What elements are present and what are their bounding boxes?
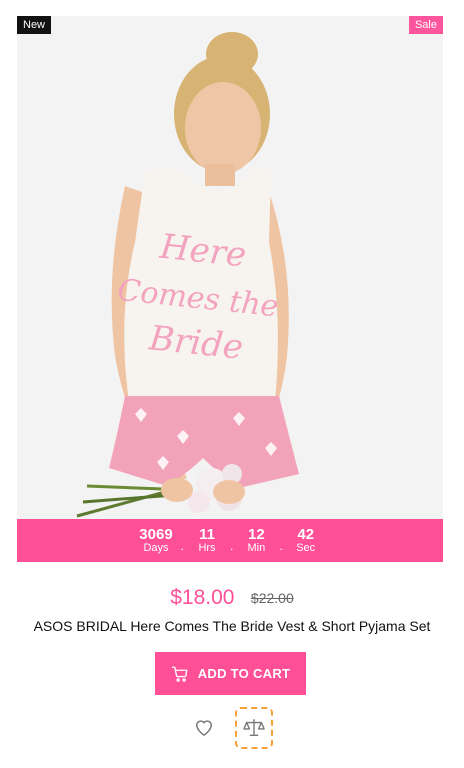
countdown-minutes: 12 Min	[241, 527, 271, 554]
shopping-cart-icon	[171, 666, 188, 682]
heart-icon	[195, 720, 213, 737]
countdown-minutes-label: Min	[247, 542, 266, 554]
original-price: $22.00	[250, 590, 294, 606]
countdown-minutes-value: 12	[248, 526, 265, 543]
countdown-days: 3069 Days	[139, 527, 172, 554]
sale-badge: Sale	[408, 16, 443, 34]
product-actions	[0, 707, 464, 751]
countdown-hours-value: 11	[199, 526, 215, 543]
countdown-separator: .	[279, 538, 283, 553]
countdown-timer: 3069 Days . 11 Hrs . 12 Min . 42 Sec	[17, 519, 443, 562]
price-row: $18.00 $22.00	[0, 584, 464, 612]
countdown-hours: 11 Hrs	[192, 527, 222, 554]
product-card: New Sale Here Comes the Bride 3069 Days …	[0, 0, 464, 768]
scale-icon	[243, 719, 265, 737]
product-photo[interactable]: Here Comes the Bride	[17, 16, 443, 520]
countdown-separator: .	[180, 538, 185, 553]
compare-button[interactable]	[235, 707, 273, 749]
new-badge: New	[17, 16, 52, 34]
countdown-separator: .	[230, 538, 234, 553]
add-to-cart-label: Add to cart	[197, 666, 291, 681]
add-to-cart-button[interactable]: Add to cart	[155, 652, 306, 695]
wishlist-button[interactable]	[192, 715, 216, 739]
countdown-seconds-value: 42	[297, 526, 315, 543]
countdown-days-label: Days	[143, 542, 169, 554]
countdown-seconds: 42 Sec	[291, 527, 321, 554]
countdown-days-value: 3069	[139, 526, 173, 543]
current-price: $18.00	[170, 586, 235, 609]
countdown-hours-label: Hrs	[198, 542, 216, 554]
product-title[interactable]: ASOS BRIDAL Here Comes The Bride Vest & …	[0, 618, 464, 634]
product-image-container[interactable]: New Sale Here Comes the Bride 3069 Days …	[17, 16, 443, 562]
countdown-seconds-label: Sec	[296, 542, 316, 554]
